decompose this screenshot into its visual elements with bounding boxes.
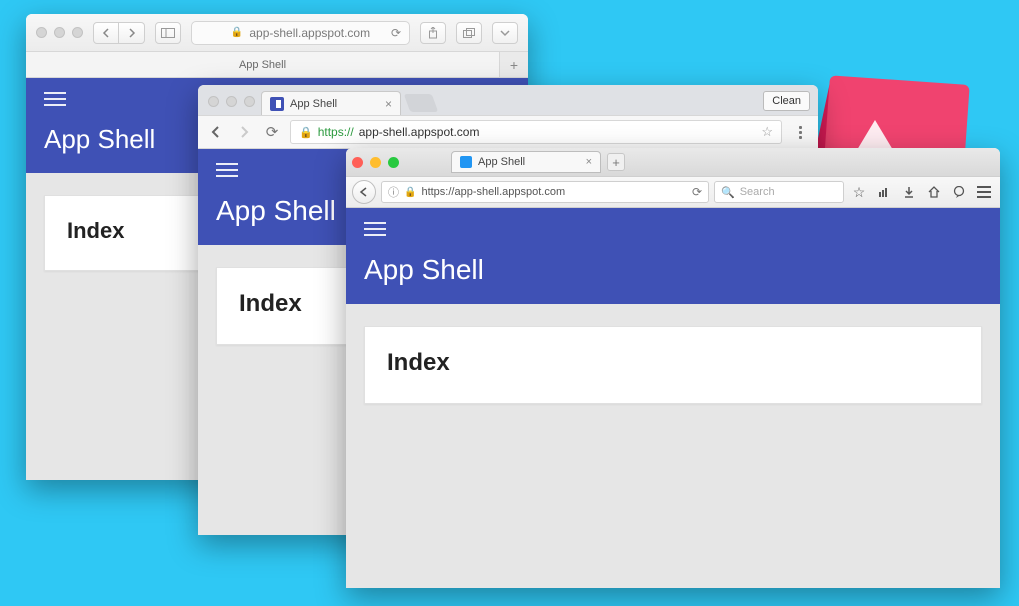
url-text: app-shell.appspot.com xyxy=(249,26,370,40)
bookmark-star-icon[interactable]: ☆ xyxy=(761,124,773,140)
minimize-window-icon[interactable] xyxy=(54,27,65,38)
firefox-tabbar: App Shell × + xyxy=(346,148,1000,176)
lock-icon: 🔒 xyxy=(231,27,243,38)
close-tab-icon[interactable]: × xyxy=(385,97,392,111)
lock-icon: 🔒 xyxy=(299,126,313,139)
minimize-window-icon[interactable] xyxy=(226,96,237,107)
address-bar[interactable]: 🔒 https:// app-shell.appspot.com ☆ xyxy=(290,120,782,144)
close-window-icon[interactable] xyxy=(208,96,219,107)
minimize-window-icon[interactable] xyxy=(370,157,381,168)
lock-icon: 🔒 xyxy=(404,187,416,198)
share-button[interactable] xyxy=(420,22,446,44)
app-title: App Shell xyxy=(364,254,982,286)
menu-button[interactable] xyxy=(974,182,994,202)
reload-button[interactable]: ⟳ xyxy=(262,122,282,142)
tabs-overview-button[interactable] xyxy=(456,22,482,44)
safari-toolbar: 🔒 app-shell.appspot.com ⟳ xyxy=(26,14,528,52)
tab-title: App Shell xyxy=(290,98,337,110)
bookmark-star-icon[interactable]: ☆ xyxy=(849,182,869,202)
chrome-tabbar: App Shell × Clean xyxy=(198,85,818,115)
safari-tabbar: App Shell + xyxy=(26,52,528,78)
search-placeholder: Search xyxy=(740,186,775,198)
url-text: https://app-shell.appspot.com xyxy=(421,186,565,198)
more-button[interactable] xyxy=(492,22,518,44)
window-controls[interactable] xyxy=(208,96,255,107)
forward-button[interactable] xyxy=(119,22,145,44)
app-header: App Shell xyxy=(346,208,1000,304)
extensions-menu-icon[interactable] xyxy=(790,122,810,142)
back-button[interactable] xyxy=(352,180,376,204)
reload-icon[interactable]: ⟳ xyxy=(692,185,702,199)
sidebar-button[interactable] xyxy=(155,22,181,44)
nav-buttons xyxy=(93,22,145,44)
search-bar[interactable]: 🔍 Search xyxy=(714,181,844,203)
clean-button-label: Clean xyxy=(772,95,801,107)
reload-icon[interactable]: ⟳ xyxy=(391,26,401,40)
site-info-icon[interactable]: ⓘ xyxy=(388,184,399,200)
zoom-window-icon[interactable] xyxy=(388,157,399,168)
clean-button[interactable]: Clean xyxy=(763,91,810,111)
back-button[interactable] xyxy=(206,122,226,142)
address-bar[interactable]: 🔒 app-shell.appspot.com ⟳ xyxy=(191,21,410,45)
browser-tab[interactable]: App Shell × xyxy=(261,91,401,115)
firefox-toolbar: ⓘ 🔒 https://app-shell.appspot.com ⟳ 🔍 Se… xyxy=(346,176,1000,208)
favicon-icon xyxy=(460,156,472,168)
address-bar[interactable]: ⓘ 🔒 https://app-shell.appspot.com ⟳ xyxy=(381,181,709,203)
menu-icon[interactable] xyxy=(216,163,238,177)
menu-icon[interactable] xyxy=(364,222,386,236)
browser-tab[interactable]: App Shell xyxy=(26,52,500,77)
menu-icon[interactable] xyxy=(44,92,66,106)
content-area: Index xyxy=(346,304,1000,426)
search-icon: 🔍 xyxy=(721,186,735,199)
page-viewport: App Shell Index xyxy=(346,208,1000,588)
new-tab-button[interactable]: + xyxy=(607,153,625,171)
close-tab-icon[interactable]: × xyxy=(586,156,592,168)
chrome-toolbar: ⟳ 🔒 https:// app-shell.appspot.com ☆ xyxy=(198,115,818,149)
url-host: app-shell.appspot.com xyxy=(359,125,480,139)
new-tab-button[interactable]: + xyxy=(500,57,528,73)
content-card: Index xyxy=(364,326,982,404)
home-icon[interactable] xyxy=(924,182,944,202)
forward-button[interactable] xyxy=(234,122,254,142)
window-controls[interactable] xyxy=(36,27,83,38)
library-icon[interactable] xyxy=(874,182,894,202)
back-button[interactable] xyxy=(93,22,119,44)
firefox-window: App Shell × + ⓘ 🔒 https://app-shell.apps… xyxy=(346,148,1000,588)
favicon-icon xyxy=(270,97,284,111)
zoom-window-icon[interactable] xyxy=(72,27,83,38)
chat-icon[interactable] xyxy=(949,182,969,202)
close-window-icon[interactable] xyxy=(352,157,363,168)
card-heading: Index xyxy=(387,349,959,377)
new-tab-button[interactable] xyxy=(404,94,439,112)
tab-title: App Shell xyxy=(239,59,286,71)
downloads-icon[interactable] xyxy=(899,182,919,202)
zoom-window-icon[interactable] xyxy=(244,96,255,107)
window-controls[interactable] xyxy=(352,157,399,168)
tab-title: App Shell xyxy=(478,156,525,168)
close-window-icon[interactable] xyxy=(36,27,47,38)
url-scheme: https:// xyxy=(318,125,354,139)
browser-tab[interactable]: App Shell × xyxy=(451,151,601,173)
